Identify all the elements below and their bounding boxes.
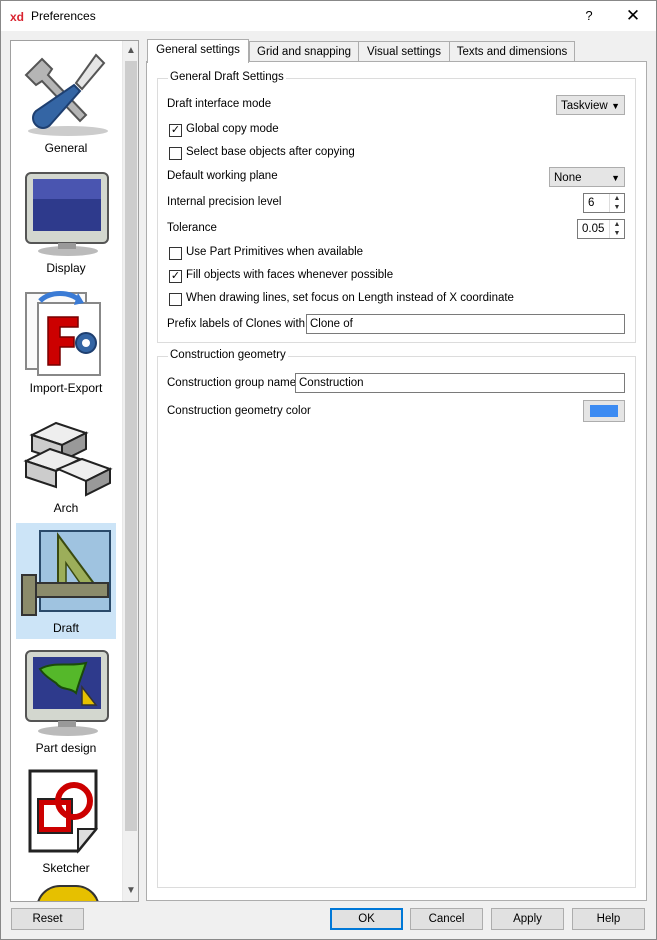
close-icon[interactable]: ✕ xyxy=(615,1,651,31)
bricks-icon xyxy=(23,421,113,497)
import-export-icon xyxy=(25,291,101,376)
scroll-down-icon[interactable]: ▼ xyxy=(123,883,138,899)
group-title-construction: Construction geometry xyxy=(168,349,288,361)
construction-geometry-group: Construction geometry Construction group… xyxy=(157,349,636,888)
page-label-import-export: Import-Export xyxy=(29,381,103,395)
page-label-part-design: Part design xyxy=(35,741,97,755)
page-label-general: General xyxy=(44,141,88,155)
group-title-general: General Draft Settings xyxy=(168,71,286,83)
window-title: Preferences xyxy=(31,9,96,23)
page-item-display[interactable]: Display xyxy=(16,163,116,279)
monitor-icon xyxy=(25,172,109,256)
page-item-arch[interactable]: Arch xyxy=(16,403,116,519)
working-plane-select[interactable]: None ▼ xyxy=(549,167,625,187)
select-base-label: Select base objects after copying xyxy=(186,146,355,158)
part-primitives-label: Use Part Primitives when available xyxy=(186,246,364,258)
interface-mode-value: Taskview xyxy=(561,100,608,112)
precision-label: Internal precision level xyxy=(167,196,282,208)
working-plane-label: Default working plane xyxy=(167,170,278,182)
page-item-sketcher[interactable]: Sketcher xyxy=(16,763,116,879)
spin-down-icon[interactable]: ▼ xyxy=(610,229,624,238)
global-copy-checkbox[interactable]: ✓ xyxy=(169,124,182,137)
preference-pages-list[interactable]: General Display Import-Export Arch Draft… xyxy=(10,40,139,902)
draft-square-icon xyxy=(21,530,111,616)
prefix-clones-label: Prefix labels of Clones with: xyxy=(167,318,309,330)
tab-general-settings[interactable]: General settings xyxy=(147,39,249,63)
tolerance-label: Tolerance xyxy=(167,222,217,234)
sidebar-scrollbar[interactable]: ▲ ▼ xyxy=(122,41,138,901)
color-swatch xyxy=(590,405,618,417)
reset-button[interactable]: Reset xyxy=(11,908,84,930)
help-button[interactable]: Help xyxy=(572,908,645,930)
tab-visual-settings[interactable]: Visual settings xyxy=(358,41,450,62)
general-settings-panel: General Draft Settings Draft interface m… xyxy=(146,61,647,901)
scroll-thumb[interactable] xyxy=(125,61,137,831)
apply-button[interactable]: Apply xyxy=(491,908,564,930)
chevron-down-icon: ▼ xyxy=(611,173,620,183)
page-label-arch: Arch xyxy=(53,501,79,515)
general-draft-settings-group: General Draft Settings Draft interface m… xyxy=(157,71,636,343)
tolerance-value: 0.05 xyxy=(582,223,605,235)
chevron-down-icon: ▼ xyxy=(611,101,620,111)
part-primitives-checkbox[interactable] xyxy=(169,247,182,260)
tab-texts-and-dimensions[interactable]: Texts and dimensions xyxy=(449,41,575,62)
tolerance-spinbox[interactable]: 0.05 ▲ ▼ xyxy=(577,219,625,239)
interface-mode-label: Draft interface mode xyxy=(167,98,272,110)
part-design-icon xyxy=(25,650,109,736)
page-label-display: Display xyxy=(46,261,86,275)
construction-group-name-input[interactable]: Construction xyxy=(295,373,625,393)
focus-length-label: When drawing lines, set focus on Length … xyxy=(186,292,514,304)
tools-icon xyxy=(24,53,108,136)
page-item-import-export[interactable]: Import-Export xyxy=(16,283,116,399)
spin-down-icon[interactable]: ▼ xyxy=(610,203,624,212)
construction-group-name-label: Construction group name xyxy=(167,377,297,389)
page-item-general[interactable]: General xyxy=(16,43,116,159)
cancel-button[interactable]: Cancel xyxy=(410,908,483,930)
fill-faces-label: Fill objects with faces whenever possibl… xyxy=(186,269,394,281)
global-copy-label: Global copy mode xyxy=(186,123,279,135)
ok-button[interactable]: OK xyxy=(330,908,403,930)
interface-mode-select[interactable]: Taskview ▼ xyxy=(556,95,625,115)
precision-spinbox[interactable]: 6 ▲ ▼ xyxy=(583,193,625,213)
spin-up-icon[interactable]: ▲ xyxy=(610,220,624,229)
tab-grid-and-snapping[interactable]: Grid and snapping xyxy=(249,41,359,62)
partial-page-icon xyxy=(36,885,100,901)
spin-up-icon[interactable]: ▲ xyxy=(610,194,624,203)
app-icon: xd xyxy=(10,10,25,24)
fill-faces-checkbox[interactable]: ✓ xyxy=(169,270,182,283)
prefix-clones-input[interactable]: Clone of xyxy=(306,314,625,334)
title-bar: xd Preferences ? ✕ xyxy=(1,1,656,31)
focus-length-checkbox[interactable] xyxy=(169,293,182,306)
working-plane-value: None xyxy=(554,172,582,184)
select-base-checkbox[interactable] xyxy=(169,147,182,160)
scroll-up-icon[interactable]: ▲ xyxy=(123,43,138,59)
sketcher-icon xyxy=(28,769,99,854)
help-icon[interactable]: ? xyxy=(575,1,603,31)
construction-color-label: Construction geometry color xyxy=(167,405,311,417)
construction-color-button[interactable] xyxy=(583,400,625,422)
page-label-draft: Draft xyxy=(52,621,79,635)
page-item-draft[interactable]: Draft xyxy=(16,523,116,639)
page-label-sketcher: Sketcher xyxy=(42,861,90,875)
page-item-part-design[interactable]: Part design xyxy=(16,643,116,759)
precision-value: 6 xyxy=(588,197,595,209)
